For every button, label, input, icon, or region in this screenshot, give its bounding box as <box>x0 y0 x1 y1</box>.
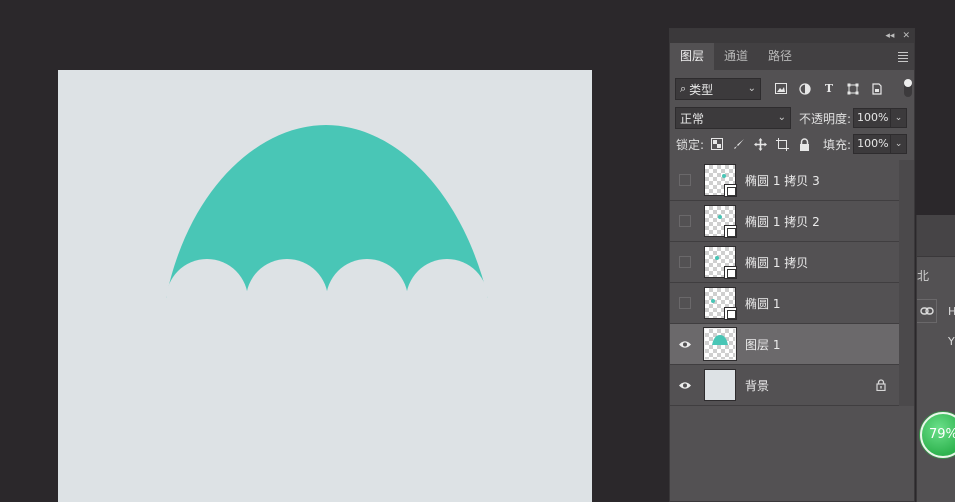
close-icon[interactable]: ✕ <box>902 31 910 41</box>
shape-layer-icon <box>724 184 737 197</box>
hidden-visibility-box <box>679 174 691 186</box>
layer-thumbnail <box>704 164 737 197</box>
artboard-nesting-icon[interactable] <box>776 137 790 151</box>
lock-image-pixels-icon[interactable] <box>732 138 745 151</box>
layer-row-selected[interactable]: 图层 1 <box>670 324 900 365</box>
collapse-icon[interactable]: ◂◂ <box>885 31 894 41</box>
image-filter-icon[interactable] <box>775 83 787 95</box>
layer-name[interactable]: 椭圆 1 拷贝 2 <box>745 213 820 230</box>
layer-name[interactable]: 背景 <box>745 377 769 394</box>
opacity-input[interactable]: 100% <box>853 108 892 128</box>
link-icon[interactable] <box>917 299 937 323</box>
blend-mode-select[interactable]: 正常 ⌄ <box>675 107 791 129</box>
search-icon: ⌕ <box>680 82 687 95</box>
properties-header <box>917 215 955 257</box>
eye-icon <box>679 340 691 348</box>
eye-icon <box>679 381 691 389</box>
lock-label: 锁定: <box>676 137 705 152</box>
visibility-toggle[interactable] <box>670 160 700 201</box>
hidden-visibility-box <box>679 256 691 268</box>
hidden-visibility-box <box>679 215 691 227</box>
properties-title-fragment: 北 <box>917 269 930 283</box>
layer-name[interactable]: 椭圆 1 拷贝 <box>745 254 808 271</box>
layer-filter-row: ⌕ 类型 ⌄ T <box>670 77 916 101</box>
layer-thumbnail <box>704 369 736 401</box>
layer-thumbnail <box>704 287 737 320</box>
panel-titlebar[interactable]: ◂◂ ✕ <box>670 29 914 43</box>
properties-panel: 北 H Y <box>916 215 955 502</box>
shape-layer-icon <box>724 307 737 320</box>
y-label: Y <box>948 335 955 348</box>
shape-filter-icon[interactable] <box>847 83 859 95</box>
layer-name[interactable]: 图层 1 <box>745 336 780 353</box>
layers-panel: ◂◂ ✕ 图层 通道 路径 ⌕ 类型 ⌄ T 正常 ⌄ 不透明度: 100% ⌄… <box>669 28 915 502</box>
visibility-toggle[interactable] <box>670 242 700 283</box>
filter-kind-select[interactable]: ⌕ 类型 ⌄ <box>675 78 761 100</box>
fill-dropdown-icon[interactable]: ⌄ <box>891 134 908 154</box>
smart-object-filter-icon[interactable] <box>871 83 883 95</box>
adjustment-filter-icon[interactable] <box>799 83 811 95</box>
visibility-toggle[interactable] <box>670 324 700 365</box>
fill-label: 填充: <box>823 137 852 152</box>
lock-position-icon[interactable] <box>754 137 768 151</box>
shape-layer-icon <box>724 266 737 279</box>
blend-mode-value: 正常 <box>680 111 705 126</box>
visibility-toggle[interactable] <box>670 283 700 324</box>
chevron-down-icon: ⌄ <box>777 112 786 123</box>
layers-list: 椭圆 1 拷贝 3 椭圆 1 拷贝 2 椭圆 1 拷贝 椭圆 1 图层 1 背景 <box>670 160 900 406</box>
opacity-label: 不透明度: <box>799 111 852 126</box>
tab-channels[interactable]: 通道 <box>714 43 758 70</box>
hidden-visibility-box <box>679 297 691 309</box>
layers-scrollbar[interactable] <box>899 160 914 406</box>
layer-row[interactable]: 椭圆 1 拷贝 3 <box>670 160 900 201</box>
lock-all-icon[interactable] <box>798 137 811 151</box>
layer-name[interactable]: 椭圆 1 <box>745 295 780 312</box>
panel-tabs: 图层 通道 路径 <box>670 43 914 70</box>
height-label: H <box>948 305 955 318</box>
filter-toggle[interactable] <box>904 79 912 97</box>
visibility-toggle[interactable] <box>670 365 700 406</box>
shape-layer-icon <box>724 225 737 238</box>
lock-transparent-pixels-icon[interactable] <box>710 137 723 151</box>
layer-row[interactable]: 背景 <box>670 365 900 406</box>
layer-thumbnail <box>703 327 737 361</box>
tab-paths[interactable]: 路径 <box>758 43 802 70</box>
visibility-toggle[interactable] <box>670 201 700 242</box>
chevron-down-icon: ⌄ <box>747 83 756 94</box>
lock-icon <box>876 379 886 394</box>
fill-input[interactable]: 100% <box>853 134 892 154</box>
layer-row[interactable]: 椭圆 1 <box>670 283 900 324</box>
layer-name[interactable]: 椭圆 1 拷贝 3 <box>745 172 820 189</box>
document-canvas[interactable] <box>58 70 592 502</box>
tab-layers[interactable]: 图层 <box>670 43 715 70</box>
layer-thumbnail <box>704 205 737 238</box>
panel-menu-icon[interactable] <box>898 52 908 64</box>
filter-kind-value: 类型 <box>689 82 714 97</box>
blend-row: 正常 ⌄ 不透明度: 100% ⌄ <box>670 107 916 129</box>
umbrella-artwork <box>166 125 488 298</box>
type-filter-icon[interactable]: T <box>823 83 835 95</box>
opacity-dropdown-icon[interactable]: ⌄ <box>891 108 908 128</box>
layer-thumbnail <box>704 246 737 279</box>
layer-row[interactable]: 椭圆 1 拷贝 <box>670 242 900 283</box>
lock-row: 锁定: 填充: 100% ⌄ <box>670 133 916 155</box>
layer-row[interactable]: 椭圆 1 拷贝 2 <box>670 201 900 242</box>
